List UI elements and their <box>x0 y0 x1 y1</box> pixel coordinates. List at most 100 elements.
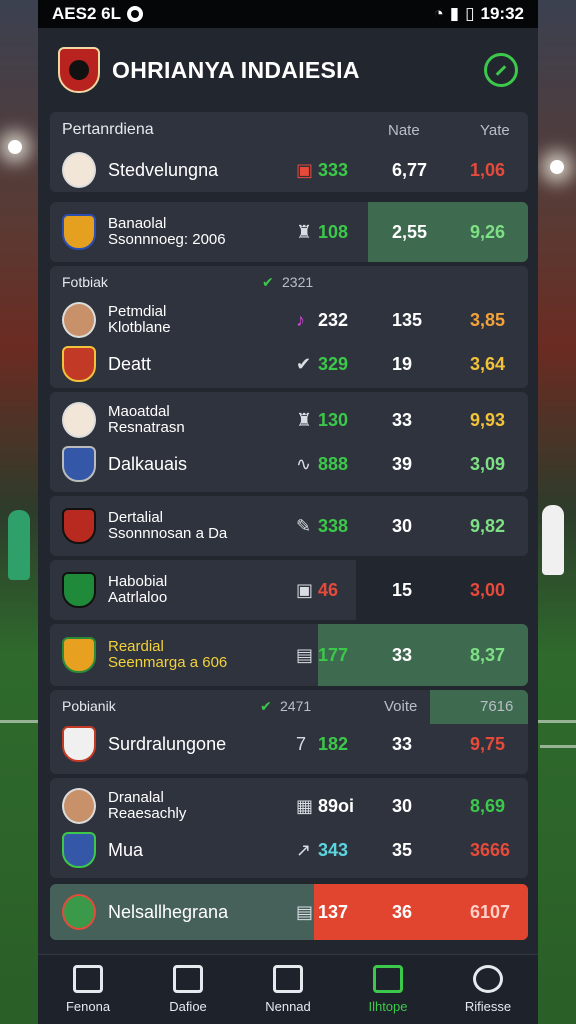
column-header-voite: Voite <box>384 697 418 715</box>
match-row[interactable]: Maoatdal Resnatrasn ♜ 130 33 9,93 <box>50 398 528 442</box>
stat-value-3: 3,00 <box>470 579 506 600</box>
stat-value-1: 182 <box>318 733 349 754</box>
status-carrier: AES2 6L <box>52 4 121 23</box>
stat-value-1: 130 <box>318 409 349 430</box>
profile-icon <box>473 965 503 993</box>
team-crest <box>62 346 96 382</box>
card-header: Pertanrdiena Nate Yate <box>50 112 528 148</box>
list-icon: ▤ <box>296 644 314 665</box>
nav-item-home[interactable]: Fenona <box>38 955 138 1024</box>
stat-value-3: 9,93 <box>470 409 506 430</box>
match-row[interactable]: Banaolal Ssonnnoeg: 2006 ♜ 108 2,55 9,26 <box>50 202 528 262</box>
player-avatar <box>62 788 96 824</box>
bottom-navigation: Fenona Dafioe Nennad Ilhtope Rifiesse <box>38 954 538 1024</box>
team-crest <box>62 637 96 673</box>
league-card-4: Maoatdal Resnatrasn ♜ 130 33 9,93 Dalkau… <box>50 392 528 492</box>
match-card-7[interactable]: Reardial Seenmarga a 606 ▤ 177 33 8,37 <box>50 624 528 686</box>
team-name: Surdralungone <box>108 733 227 754</box>
card-icon: ▣ <box>296 159 314 180</box>
stat-value-2: 2,55 <box>392 221 428 242</box>
nav-label: Ilhtope <box>368 999 408 1014</box>
card-header: Fotbiak ✔ 2321 <box>50 266 528 298</box>
stat-value-2: 33 <box>392 733 413 754</box>
player-avatar <box>62 152 96 188</box>
nav-label: Rifiesse <box>464 999 512 1014</box>
match-row[interactable]: Reardial Seenmarga a 606 ▤ 177 33 8,37 <box>50 624 528 686</box>
stats-icon <box>373 965 403 993</box>
stat-value-2: 39 <box>392 453 413 474</box>
check-icon: ✔ <box>260 697 272 714</box>
player-avatar <box>62 302 96 338</box>
match-row[interactable]: Dranalal Reaesachly ▦ 89oi 30 8,69 <box>50 784 528 828</box>
match-row[interactable]: Habobial Aatrlaloo ▣ 46 15 3,00 <box>50 560 528 620</box>
nav-item-search[interactable]: Nennad <box>238 955 338 1024</box>
chat-icon <box>173 965 203 993</box>
app-title: OHRIANYA INDAIESIA <box>112 56 360 83</box>
search-icon <box>273 965 303 993</box>
check-icon: ✔ <box>262 273 274 290</box>
team-name: Nelsallhegrana <box>108 901 229 922</box>
stat-value-2: 33 <box>392 409 413 430</box>
stat-value-3: 8,37 <box>470 644 506 665</box>
match-row[interactable]: Dalkauais ∿ 888 39 3,09 <box>50 442 528 486</box>
stat-value-2: 33 <box>392 644 413 665</box>
wifi-icon: ◔ <box>433 4 444 23</box>
match-row[interactable]: Surdralungone 7 182 33 9,75 <box>50 722 528 766</box>
stat-value-2: 135 <box>392 309 423 330</box>
trend-up-icon: ↗ <box>296 839 312 860</box>
match-row[interactable]: Nelsallhegrana ▤ 137 36 6107 <box>50 884 528 940</box>
match-row[interactable]: Petmdial Klotblane ♪ 232 135 3,85 <box>50 298 528 342</box>
stat-value-1: 89oi <box>318 795 355 816</box>
stat-value-2: 30 <box>392 795 413 816</box>
status-time: 19:32 <box>480 4 524 23</box>
match-card-2[interactable]: Banaolal Ssonnnoeg: 2006 ♜ 108 2,55 9,26 <box>50 202 528 262</box>
stat-value-2: 15 <box>392 579 413 600</box>
match-card-10[interactable]: Nelsallhegrana ▤ 137 36 6107 <box>50 884 528 940</box>
team-name: Dalkauais <box>108 453 188 474</box>
stat-value-1: 46 <box>318 579 339 600</box>
league-card-3: Fotbiak ✔ 2321 Petmdial Klotblane ♪ 232 … <box>50 266 528 388</box>
league-count: 2471 <box>280 698 312 714</box>
match-card-5[interactable]: Dertalial Ssonnnosan a Da ✎ 338 30 9,82 <box>50 496 528 556</box>
player-avatar <box>62 402 96 438</box>
league-card-8: Pobianik ✔ 2471 Voite 7616 Surdralungone… <box>50 690 528 774</box>
team-crest <box>62 726 96 762</box>
stat-value-2: 35 <box>392 839 413 860</box>
battery-icon: ▯ <box>465 4 475 23</box>
number-seven-icon: 7 <box>296 733 307 754</box>
club-crest-logo <box>58 47 100 93</box>
stat-value-3: 3,64 <box>470 353 506 374</box>
stat-value-1: 108 <box>318 221 349 242</box>
team-name: Petmdial Klotblane <box>108 303 171 336</box>
team-name: Banaolal Ssonnnoeg: 2006 <box>108 215 226 248</box>
nav-label: Dafioe <box>169 999 207 1014</box>
trophy-icon: ♜ <box>296 409 313 430</box>
team-crest <box>62 508 96 544</box>
nav-item-chat[interactable]: Dafioe <box>138 955 238 1024</box>
stat-value-2: 30 <box>392 515 413 536</box>
stat-value-3: 9,75 <box>470 733 506 754</box>
league-count: 2321 <box>282 274 314 290</box>
league-title: Pobianik <box>62 698 116 714</box>
stat-value-3: 6107 <box>470 901 511 922</box>
match-card-6[interactable]: Habobial Aatrlaloo ▣ 46 15 3,00 <box>50 560 528 620</box>
stat-value-1: 137 <box>318 901 349 922</box>
refresh-button[interactable] <box>484 53 518 87</box>
stat-value-2: 19 <box>392 353 413 374</box>
stat-value-3: 3,09 <box>470 453 506 474</box>
league-card-9: Dranalal Reaesachly ▦ 89oi 30 8,69 Mua ↗… <box>50 778 528 878</box>
match-row[interactable]: Deatt ✔ 329 19 3,64 <box>50 342 528 386</box>
team-crest <box>62 894 96 930</box>
match-row[interactable]: Stedvelungna ▣ 333 6,77 1,06 <box>50 148 528 192</box>
team-crest <box>62 832 96 868</box>
match-row[interactable]: Dertalial Ssonnnosan a Da ✎ 338 30 9,82 <box>50 496 528 556</box>
column-header-nate: Nate <box>388 121 420 139</box>
list-icon: ▤ <box>296 901 314 922</box>
team-name: Mua <box>108 839 144 860</box>
home-icon <box>73 965 103 993</box>
match-row[interactable]: Mua ↗ 343 35 3666 <box>50 828 528 872</box>
nav-item-profile[interactable]: Rifiesse <box>438 955 538 1024</box>
nav-item-stats[interactable]: Ilhtope <box>338 955 438 1024</box>
league-card-1: Pertanrdiena Nate Yate Stedvelungna ▣ 33… <box>50 112 528 192</box>
stat-value-2: 6,77 <box>392 159 428 180</box>
